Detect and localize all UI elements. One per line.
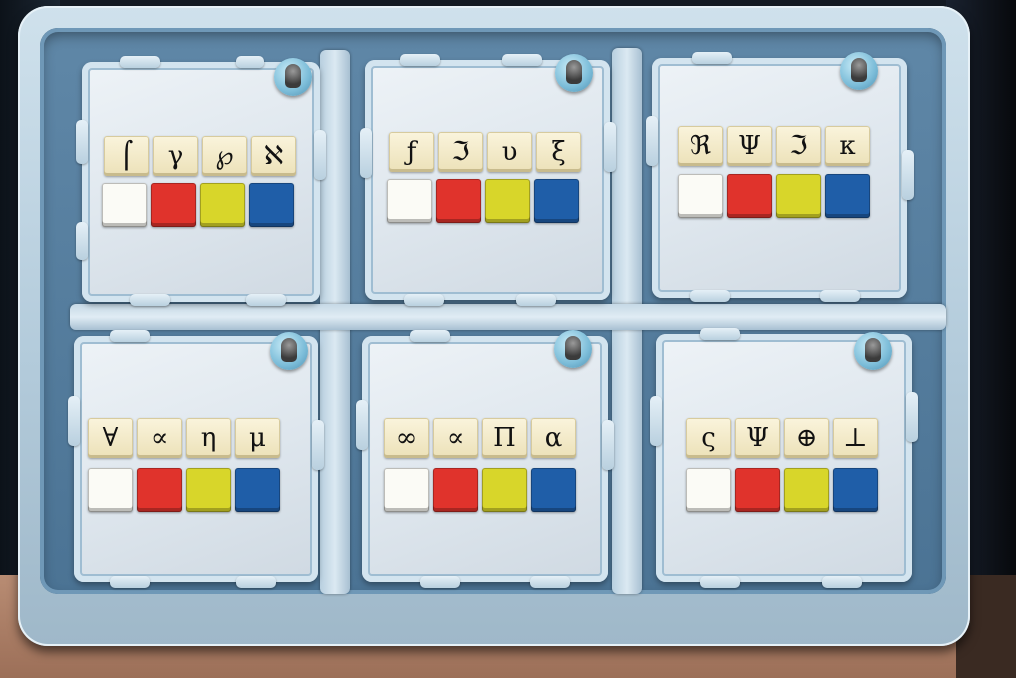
module-clip	[822, 576, 862, 588]
module-clip	[314, 130, 326, 180]
symbol-key-3[interactable]: η	[186, 418, 231, 458]
blue-button[interactable]	[534, 179, 579, 223]
module-clip	[690, 290, 730, 302]
red-button[interactable]	[436, 179, 481, 223]
module-clip	[360, 128, 372, 178]
module-clip	[246, 294, 286, 306]
symbol-key-3[interactable]: ⊕	[784, 418, 829, 458]
symbol-key-1[interactable]: ⌠	[104, 136, 149, 176]
yellow-button[interactable]	[200, 183, 245, 227]
blue-button[interactable]	[833, 468, 878, 512]
white-button[interactable]	[678, 174, 723, 218]
yellow-button[interactable]	[776, 174, 821, 218]
red-button[interactable]	[433, 468, 478, 512]
symbol-key-4[interactable]: α	[531, 418, 576, 458]
module-clip	[700, 328, 740, 340]
status-light-icon	[274, 58, 312, 96]
module-clip	[602, 420, 614, 470]
white-button[interactable]	[102, 183, 147, 227]
red-button[interactable]	[137, 468, 182, 512]
puzzle-module-2: ƒ ℑ υ ξ	[365, 54, 610, 300]
blue-button[interactable]	[249, 183, 294, 227]
module-clip	[700, 576, 740, 588]
symbol-key-3[interactable]: Π	[482, 418, 527, 458]
symbol-key-3[interactable]: υ	[487, 132, 532, 172]
status-light-icon	[840, 52, 878, 90]
yellow-button[interactable]	[784, 468, 829, 512]
puzzle-module-1: ⌠ γ ℘ ℵ	[82, 58, 320, 302]
module-clip	[68, 396, 80, 446]
symbol-key-2[interactable]: Ψ	[735, 418, 780, 458]
module-clip	[502, 54, 542, 66]
status-light-icon	[554, 330, 592, 368]
symbol-key-1[interactable]: ∞	[384, 418, 429, 458]
module-clip	[76, 120, 88, 164]
status-light-icon	[555, 54, 593, 92]
yellow-button[interactable]	[482, 468, 527, 512]
module-clip	[820, 290, 860, 302]
puzzle-module-6: ς Ψ ⊕ ⊥	[656, 332, 912, 582]
symbol-key-2[interactable]: Ψ	[727, 126, 772, 166]
symbol-key-4[interactable]: μ	[235, 418, 280, 458]
module-clip	[236, 56, 264, 68]
symbol-key-2[interactable]: ∝	[433, 418, 478, 458]
puzzle-module-4: ∀ ∝ η μ	[74, 332, 318, 582]
blue-button[interactable]	[531, 468, 576, 512]
module-clip	[110, 576, 150, 588]
symbol-key-2[interactable]: ∝	[137, 418, 182, 458]
module-clip	[130, 294, 170, 306]
module-clip	[650, 396, 662, 446]
symbol-key-4[interactable]: κ	[825, 126, 870, 166]
module-clip	[400, 54, 440, 66]
white-button[interactable]	[686, 468, 731, 512]
module-clip	[410, 330, 450, 342]
yellow-button[interactable]	[485, 179, 530, 223]
module-clip	[906, 392, 918, 442]
white-button[interactable]	[384, 468, 429, 512]
symbol-key-3[interactable]: ℘	[202, 136, 247, 176]
red-button[interactable]	[151, 183, 196, 227]
symbol-key-4[interactable]: ξ	[536, 132, 581, 172]
symbol-key-1[interactable]: ƒ	[389, 132, 434, 172]
symbol-key-1[interactable]: ℜ	[678, 126, 723, 166]
module-clip	[120, 56, 160, 68]
module-clip	[312, 420, 324, 470]
module-clip	[646, 116, 658, 166]
symbol-key-4[interactable]: ℵ	[251, 136, 296, 176]
symbol-key-1[interactable]: ∀	[88, 418, 133, 458]
blue-button[interactable]	[235, 468, 280, 512]
module-clip	[76, 222, 88, 260]
red-button[interactable]	[727, 174, 772, 218]
module-clip	[604, 122, 616, 172]
symbol-key-2[interactable]: ℑ	[438, 132, 483, 172]
white-button[interactable]	[387, 179, 432, 223]
status-light-icon	[854, 332, 892, 370]
symbol-key-1[interactable]: ς	[686, 418, 731, 458]
white-button[interactable]	[88, 468, 133, 512]
symbol-key-4[interactable]: ⊥	[833, 418, 878, 458]
module-clip	[692, 52, 732, 64]
puzzle-module-5: ∞ ∝ Π α	[362, 330, 608, 582]
module-clip	[902, 150, 914, 200]
divider-horizontal	[70, 304, 946, 330]
module-clip	[356, 400, 368, 450]
puzzle-module-3: ℜ Ψ ℑ κ	[652, 52, 907, 298]
module-clip	[110, 330, 150, 342]
symbol-key-2[interactable]: γ	[153, 136, 198, 176]
symbol-key-3[interactable]: ℑ	[776, 126, 821, 166]
blue-button[interactable]	[825, 174, 870, 218]
module-clip	[516, 294, 556, 306]
module-clip	[420, 576, 460, 588]
module-clip	[530, 576, 570, 588]
module-clip	[236, 576, 276, 588]
red-button[interactable]	[735, 468, 780, 512]
status-light-icon	[270, 332, 308, 370]
module-clip	[404, 294, 444, 306]
yellow-button[interactable]	[186, 468, 231, 512]
